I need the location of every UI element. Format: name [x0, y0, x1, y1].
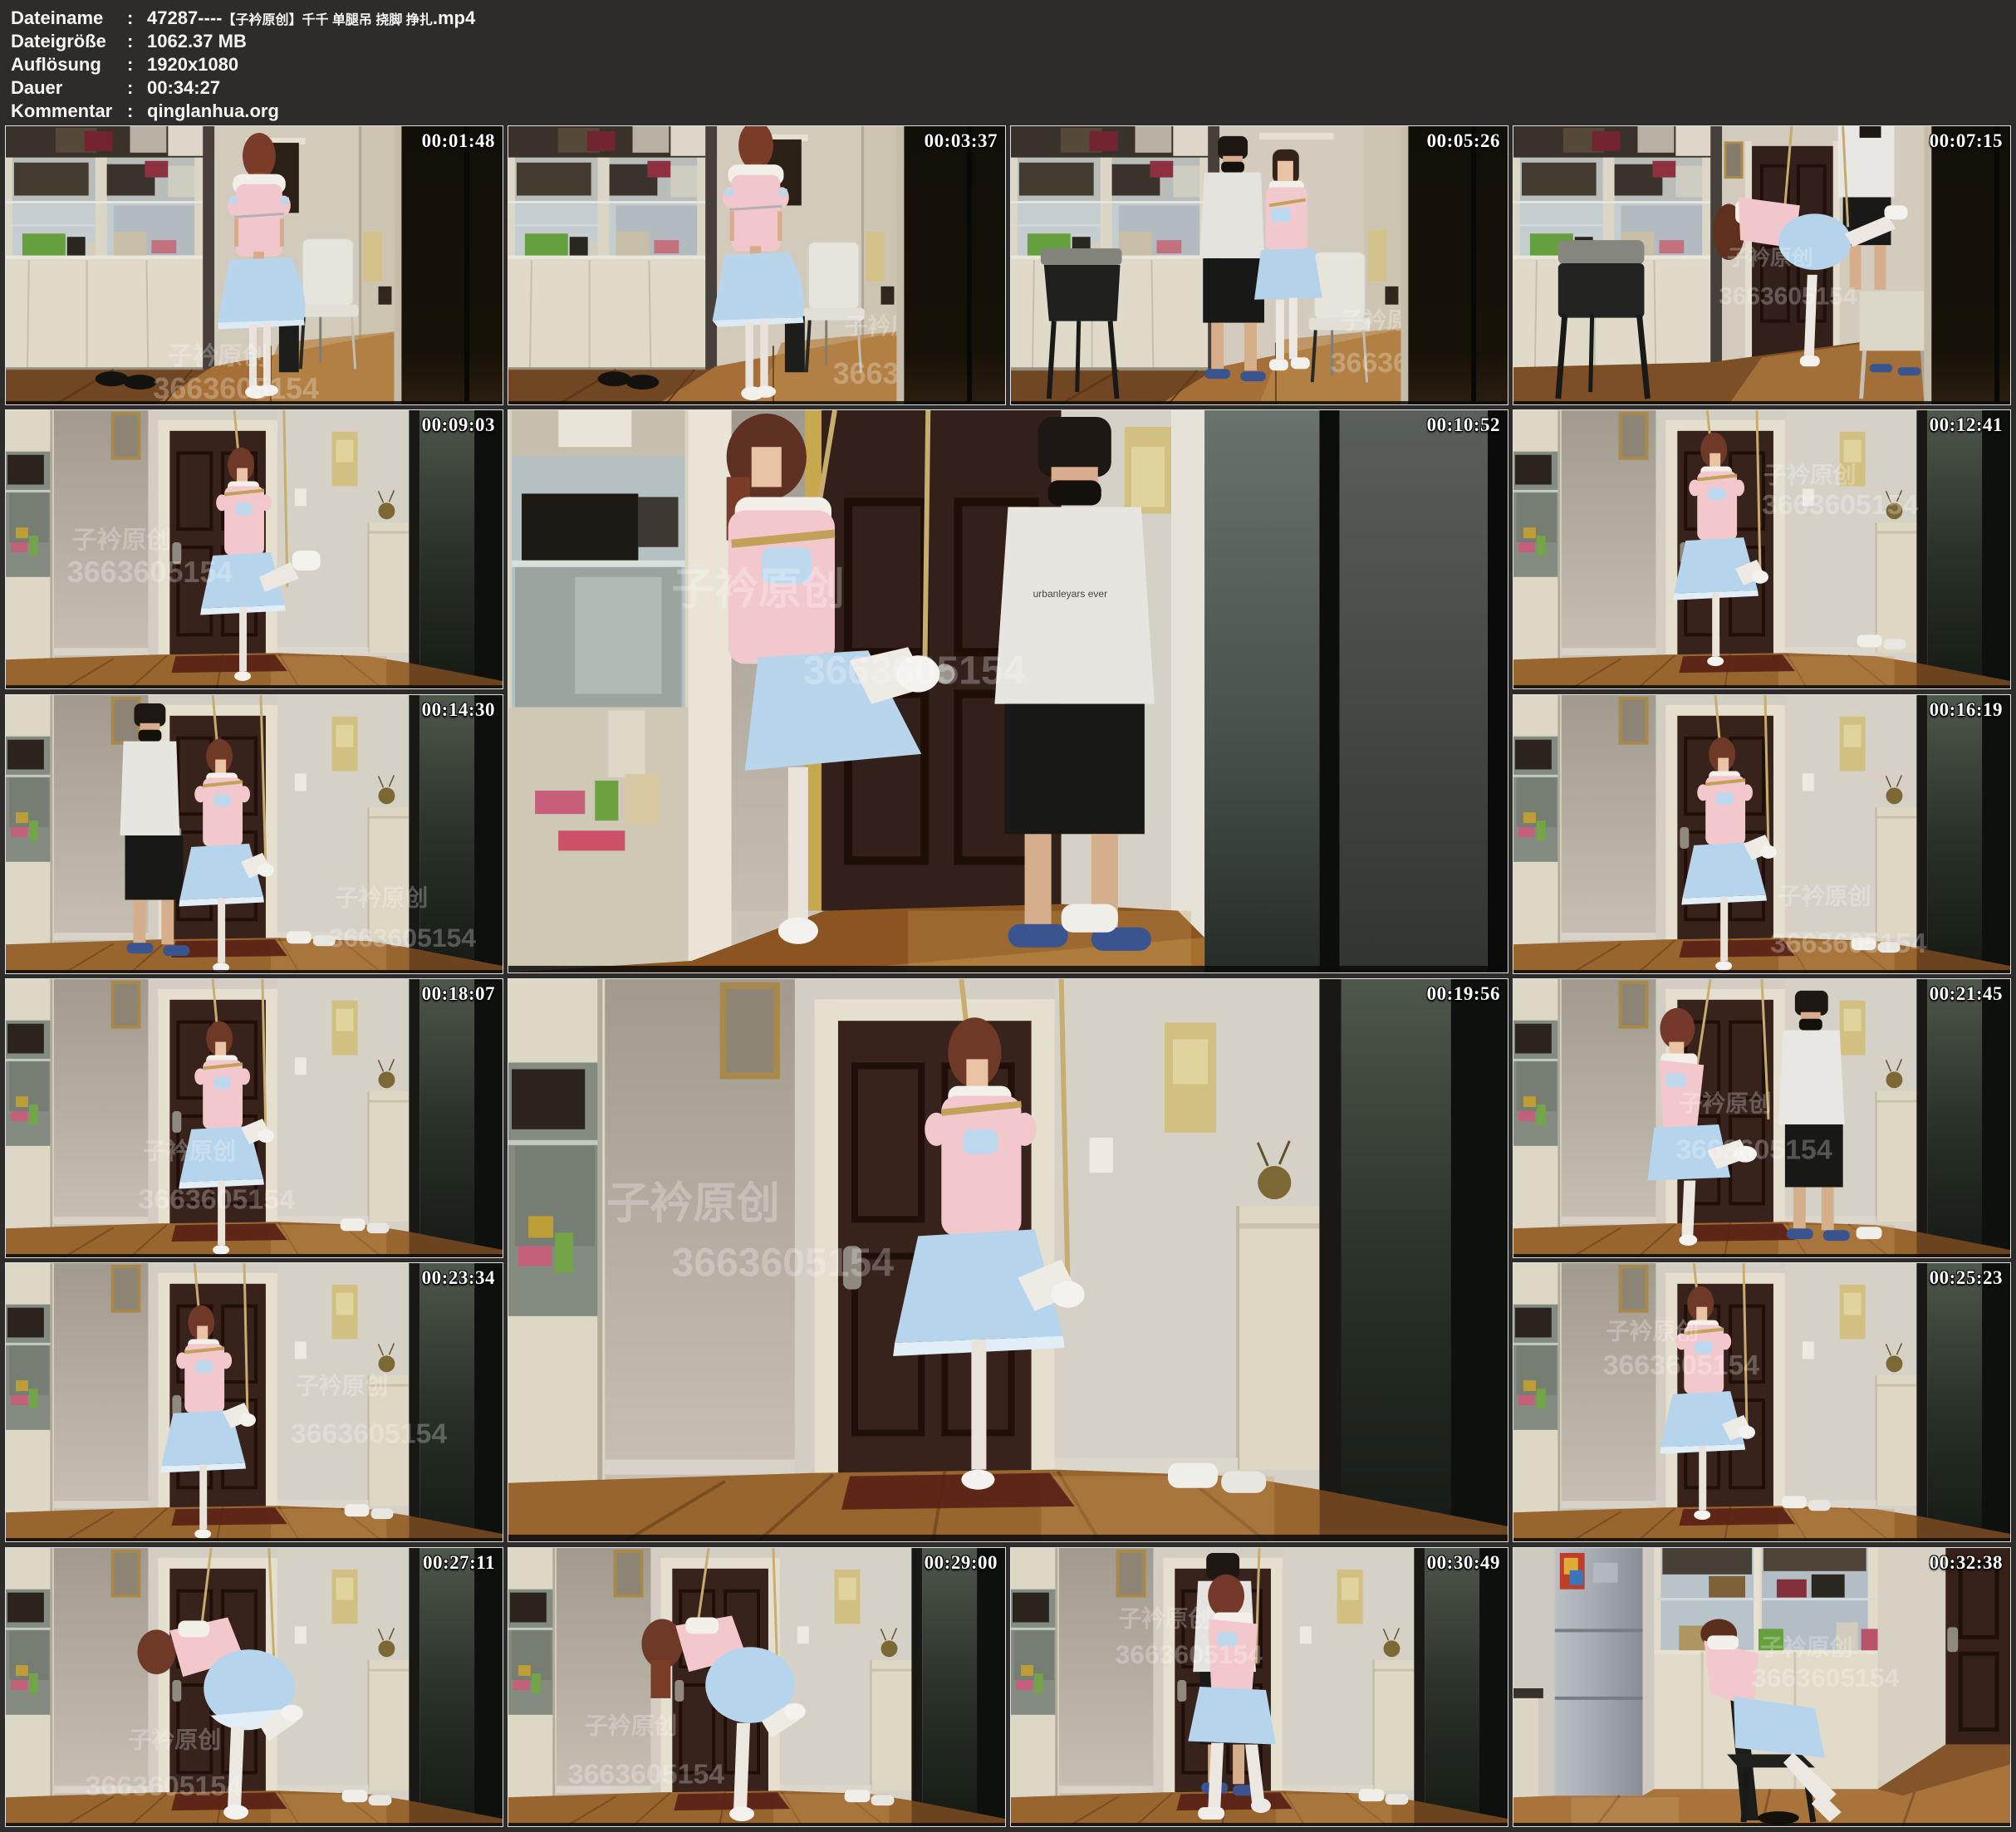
svg-text:3663605154: 3663605154	[1762, 489, 1919, 521]
svg-text:子衿原创: 子衿原创	[296, 1372, 389, 1398]
svg-text:3663605154: 3663605154	[138, 1183, 295, 1215]
svg-text:3663605154: 3663605154	[1675, 1134, 1832, 1166]
svg-text:urbanleyars ever: urbanleyars ever	[1033, 588, 1108, 600]
svg-text:3663605154: 3663605154	[1116, 1639, 1263, 1669]
svg-text:子衿原创: 子衿原创	[585, 1712, 678, 1739]
svg-text:子衿原创: 子衿原创	[72, 526, 172, 554]
svg-text:子衿原创: 子衿原创	[1760, 1634, 1853, 1660]
svg-text:3663605154: 3663605154	[86, 1771, 243, 1802]
svg-text:3663605154: 3663605154	[803, 648, 1026, 693]
svg-text:子衿原创: 子衿原创	[129, 1727, 222, 1753]
svg-text:子衿原创: 子衿原创	[1119, 1604, 1212, 1631]
svg-text:子衿原创: 子衿原创	[1763, 462, 1857, 488]
svg-text:3663605154: 3663605154	[1770, 928, 1927, 959]
svg-text:子衿原创: 子衿原创	[671, 566, 845, 614]
svg-text:子衿原创: 子衿原创	[1606, 1317, 1700, 1344]
svg-text:子衿原创: 子衿原创	[1679, 1090, 1772, 1116]
svg-text:3663605154: 3663605154	[1752, 1663, 1900, 1692]
svg-text:3663605154: 3663605154	[671, 1241, 894, 1286]
svg-text:3663605154: 3663605154	[329, 923, 477, 953]
svg-text:子衿原创: 子衿原创	[336, 884, 429, 911]
svg-text:子衿原创: 子衿原创	[606, 1179, 780, 1227]
svg-text:3663605154: 3663605154	[291, 1418, 448, 1450]
svg-text:3663605154: 3663605154	[153, 372, 319, 404]
svg-text:3663605154: 3663605154	[568, 1758, 725, 1790]
svg-text:3663605154: 3663605154	[1719, 283, 1857, 311]
svg-text:3663605154: 3663605154	[67, 556, 233, 589]
svg-text:子衿原创: 子衿原创	[143, 1138, 236, 1164]
svg-text:子衿原创: 子衿原创	[168, 341, 267, 370]
svg-text:3663605154: 3663605154	[1603, 1350, 1760, 1381]
svg-text:子衿原创: 子衿原创	[1778, 883, 1871, 909]
svg-text:子衿原创: 子衿原创	[1727, 245, 1813, 270]
